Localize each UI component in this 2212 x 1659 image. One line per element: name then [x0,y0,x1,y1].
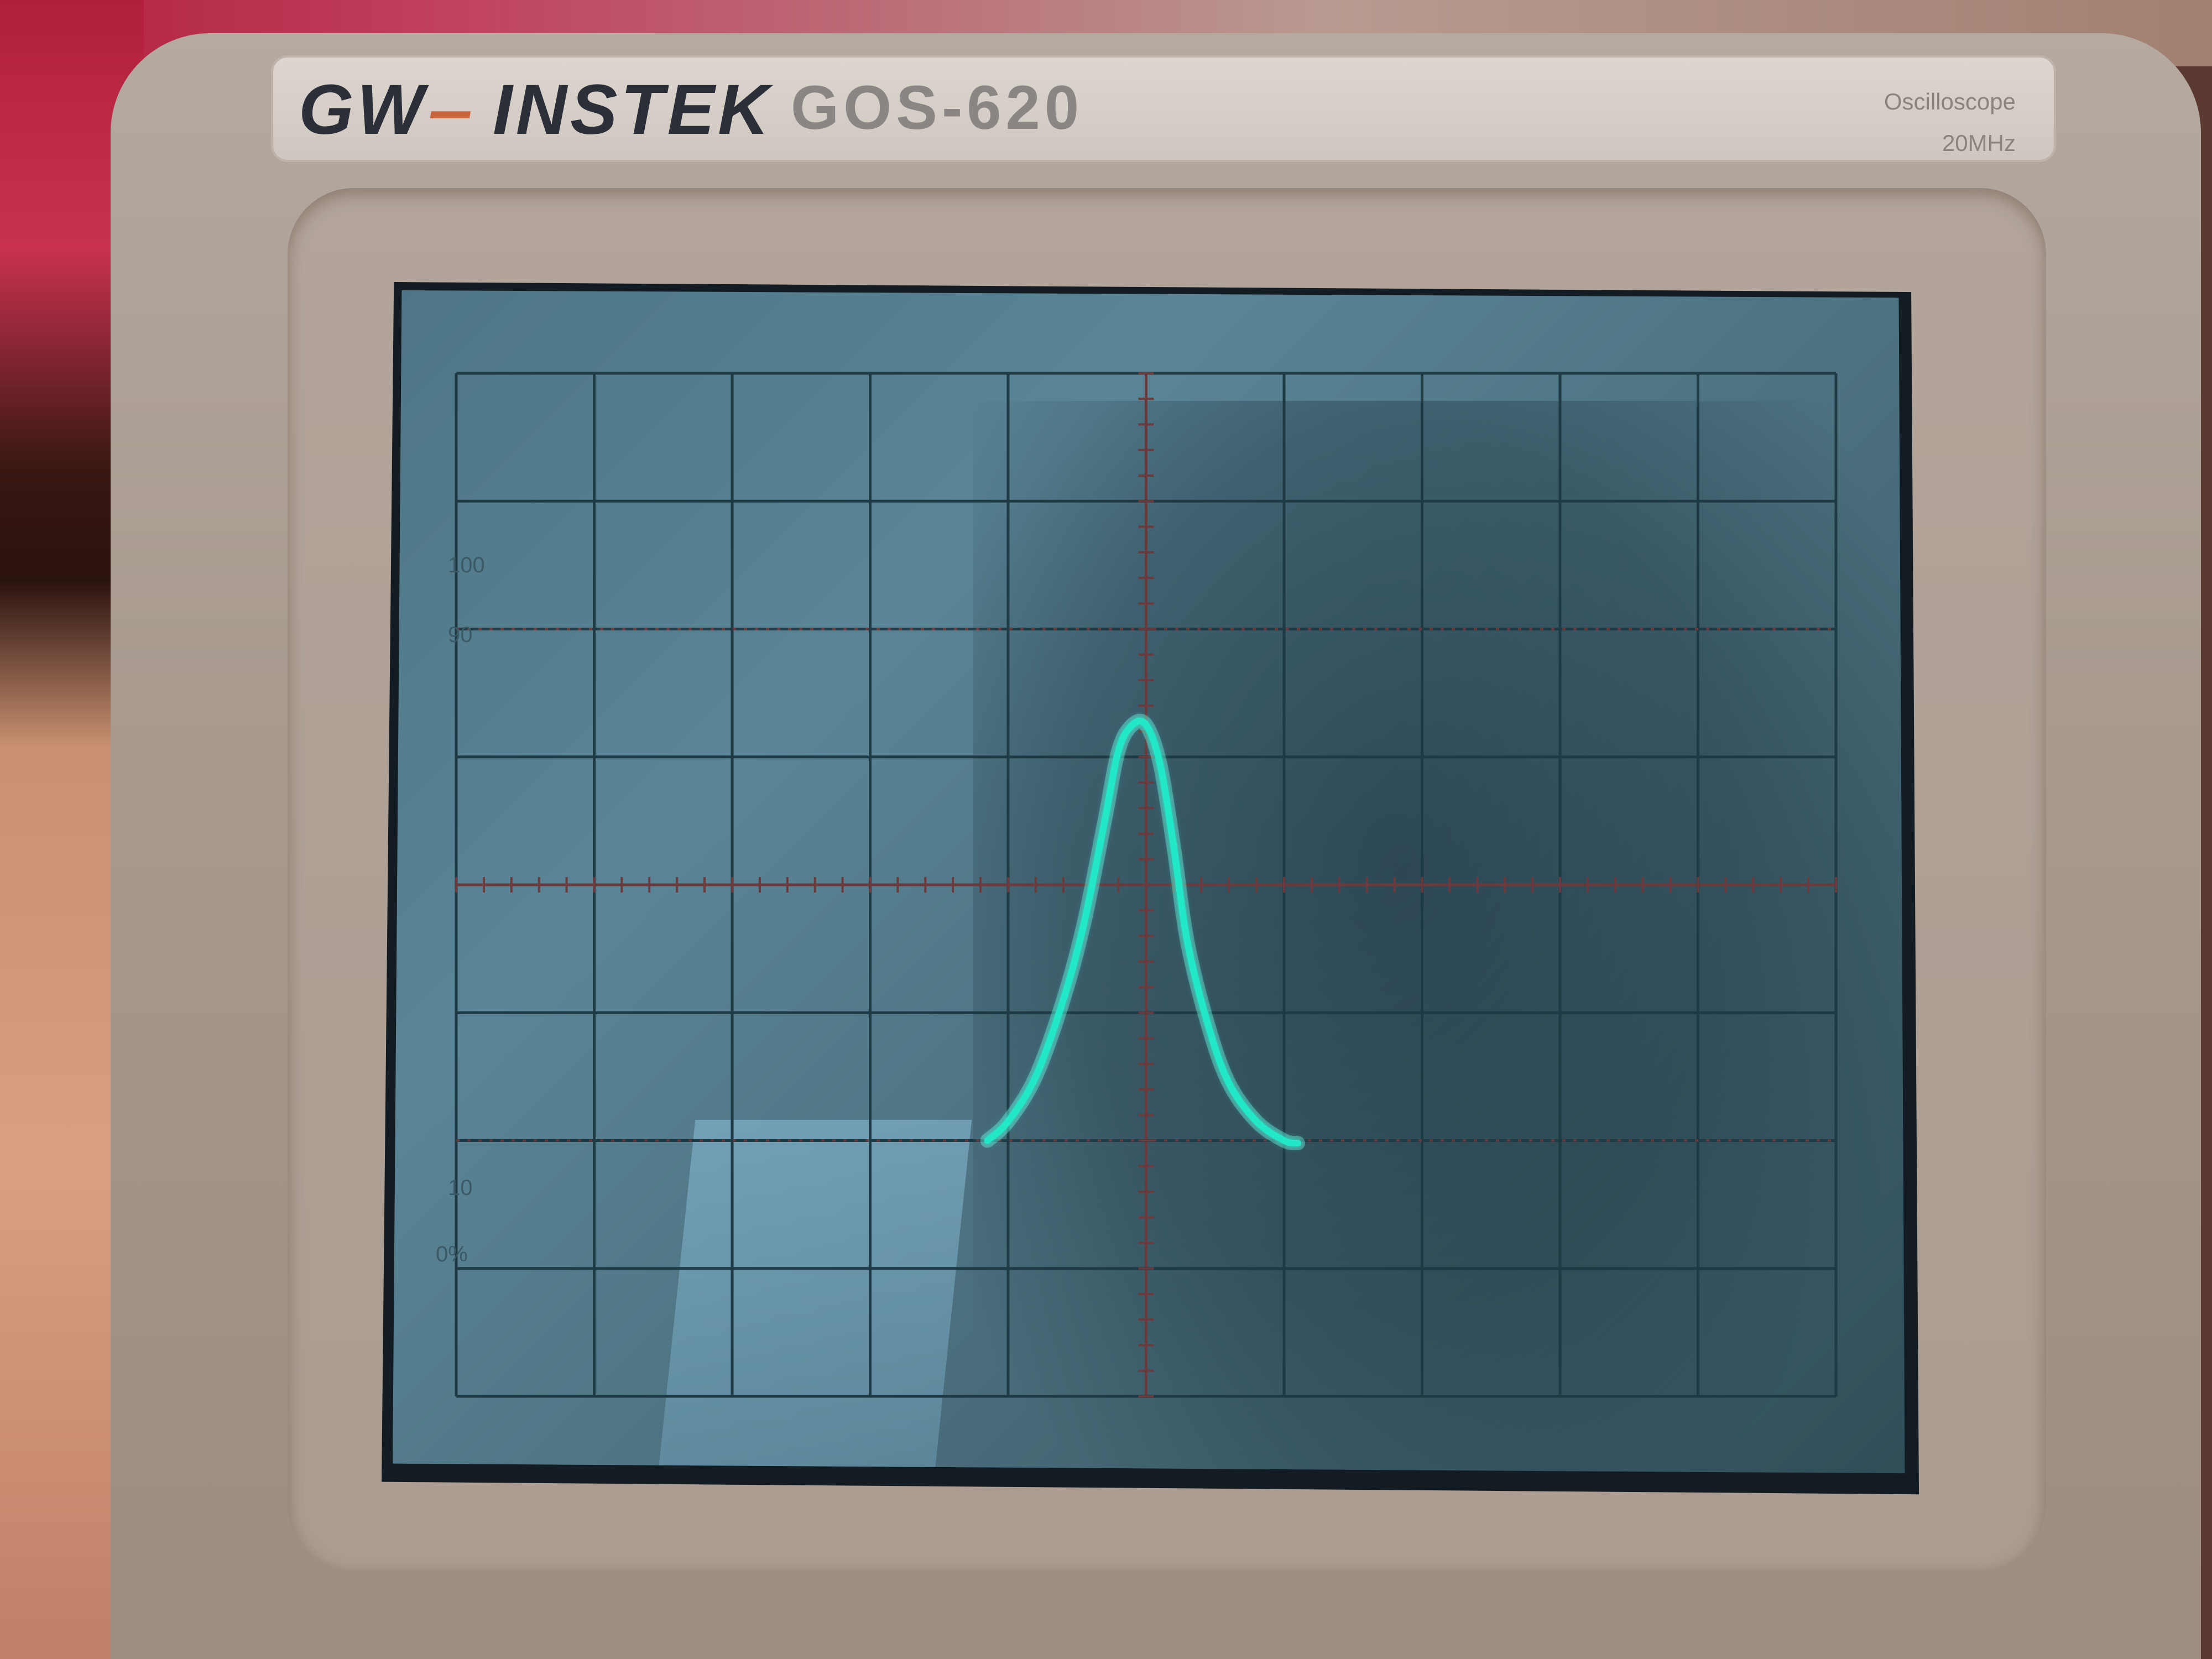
scope-graticule: 100 90 10 0% [436,372,1838,1398]
brand-logo: GW‒ INSTEK [299,69,773,150]
brand-word: INSTEK [493,70,773,149]
device-type-label: Oscilloscope [1884,88,2016,114]
signal-trace [984,717,1301,1147]
model-name: GOS-620 [791,73,1084,142]
graticule-label-90: 90 [448,623,473,647]
brand-logo-dash: ‒ [427,70,470,149]
crt-screen: 100 90 10 0% [393,290,1905,1474]
bandwidth-label: 20MHz [1942,130,2016,156]
graticule-label-10: 10 [448,1176,473,1200]
trace-layer [980,713,1305,1151]
graticule-label-0: 0% [436,1242,468,1266]
brand-mark: GW [299,70,427,149]
graticule-label-100: 100 [448,553,485,577]
